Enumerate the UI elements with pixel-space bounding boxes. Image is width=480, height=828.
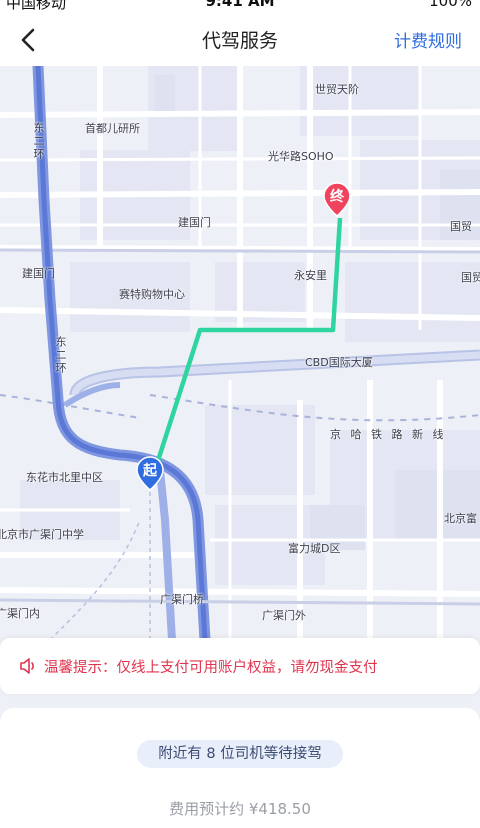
start-marker-label: 起 xyxy=(143,463,157,479)
map-label-jianguomen-1: 建国门 xyxy=(178,216,211,229)
notice-text: 温馨提示：仅线上支付可用账户权益，请勿现金支付 xyxy=(44,660,378,676)
map-label-ring-2: 东二环 xyxy=(54,336,67,375)
status-bar: 中国移动 9:41 AM 100% xyxy=(0,0,480,14)
map-label-guangqumenwai: 广渠门外 xyxy=(262,609,306,622)
pricing-rules-link[interactable]: 计费规则 xyxy=(394,27,462,52)
fare-estimate: 费用预计约 ¥418.50 xyxy=(169,800,311,818)
battery-label: 100% xyxy=(429,0,472,10)
map-label-shimao: 世贸天阶 xyxy=(315,83,359,96)
end-marker[interactable]: 终 xyxy=(323,182,351,218)
clock: 9:41 AM xyxy=(205,0,275,10)
payment-notice: 温馨提示：仅线上支付可用账户权益，请勿现金支付 xyxy=(0,638,480,694)
speaker-icon xyxy=(20,658,34,674)
order-sheet: 附近有 8 位司机等待接驾 费用预计约 ¥418.50 xyxy=(0,708,480,828)
map-label-beijingfu: 北京富 xyxy=(444,512,477,525)
map-label-cbd: CBD国际大厦 xyxy=(305,356,373,369)
map-label-guanghua: 光华路SOHO xyxy=(268,150,334,163)
nearby-drivers-badge: 附近有 8 位司机等待接驾 xyxy=(137,740,343,768)
map-label-guangqumen-school: 北京市广渠门中学 xyxy=(0,528,84,541)
map-label-jianguomen-2: 建国门 xyxy=(22,267,55,280)
map-label-erke: 首都儿研所 xyxy=(85,122,140,135)
map-label-guomao-1: 国贸 xyxy=(450,220,472,233)
chevron-left-icon xyxy=(21,28,35,52)
map-label-ring-1: 东二环 xyxy=(32,122,45,161)
start-marker[interactable]: 起 xyxy=(136,456,164,492)
nav-bar: 代驾服务 计费规则 xyxy=(0,14,480,66)
end-marker-label: 终 xyxy=(330,189,344,205)
map-label-fuli: 富力城D区 xyxy=(288,542,341,555)
map-label-yonganli: 永安里 xyxy=(294,269,327,282)
map-label-railway: 京 哈 铁 路 新 线 xyxy=(330,428,447,441)
map-label-guangqumennei: 广渠门内 xyxy=(0,607,40,620)
map-label-guomao-2: 国贸 xyxy=(461,271,480,284)
map-label-guangqumenqiao: 广渠门桥 xyxy=(160,593,204,606)
map-label-saite: 赛特购物中心 xyxy=(119,288,185,301)
map-label-donghuashi: 东花市北里中区 xyxy=(26,471,103,484)
back-button[interactable] xyxy=(12,22,48,58)
